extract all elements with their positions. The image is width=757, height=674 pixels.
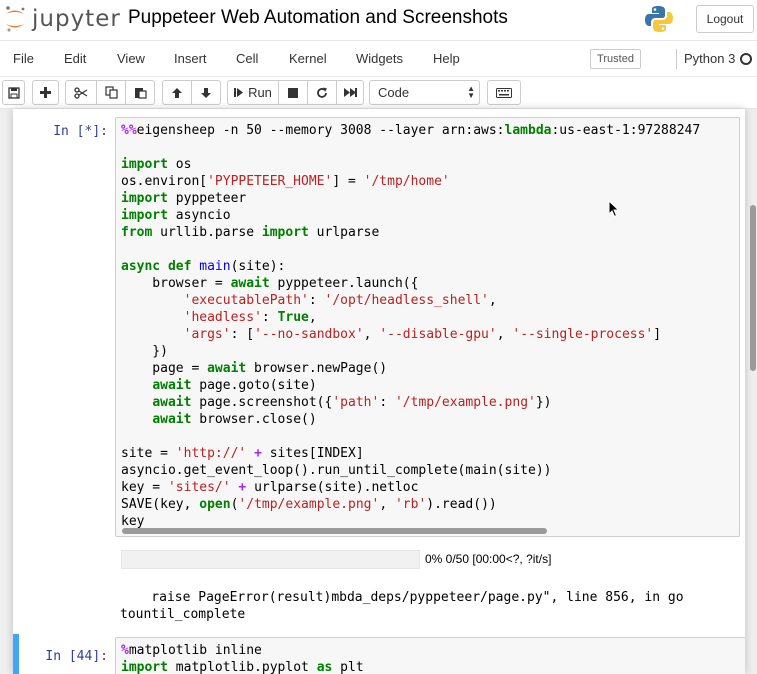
save-button[interactable] xyxy=(2,80,25,105)
menubar: File Edit View Insert Cell Kernel Widget… xyxy=(0,40,757,77)
vertical-scrollbar[interactable] xyxy=(750,205,756,371)
cell-prompt: In [*]: xyxy=(53,124,108,139)
restart-icon xyxy=(317,87,327,98)
code-editor[interactable]: %matplotlib inline import matplotlib.pyp… xyxy=(116,638,745,674)
cut-icon xyxy=(74,86,88,99)
cell-type-value: Code xyxy=(378,85,410,100)
trusted-indicator[interactable]: Trusted xyxy=(590,49,641,69)
menu-widgets[interactable]: Widgets xyxy=(356,51,403,66)
run-label: Run xyxy=(248,85,272,100)
notebook-title[interactable]: Puppeteer Web Automation and Screenshots xyxy=(128,7,508,29)
select-arrows-icon: ▲ ▼ xyxy=(467,84,475,100)
menu-view[interactable]: View xyxy=(117,51,145,66)
kernel-name[interactable]: Python 3 xyxy=(676,49,735,69)
menu-help[interactable]: Help xyxy=(433,51,460,66)
jupyter-logo[interactable]: jupyter xyxy=(0,4,121,34)
notebook-header: jupyter Puppeteer Web Automation and Scr… xyxy=(0,0,757,40)
copy-icon xyxy=(104,86,118,99)
insert-cell-button[interactable] xyxy=(32,80,59,105)
fast-forward-icon xyxy=(343,88,357,97)
arrow-down-icon xyxy=(201,87,211,98)
output-line: raise PageError(result)mbda_deps/pyppete… xyxy=(120,590,684,605)
python-logo-icon xyxy=(645,6,673,32)
stop-icon xyxy=(288,87,298,98)
cell-prompt: In [44]: xyxy=(45,649,108,664)
interrupt-button[interactable] xyxy=(278,80,308,105)
logo-text: jupyter xyxy=(32,6,121,32)
code-editor[interactable]: %%eigensheep -n 50 --memory 3008 --layer… xyxy=(116,118,739,530)
copy-button[interactable] xyxy=(96,80,126,105)
menu-insert[interactable]: Insert xyxy=(174,51,207,66)
logout-button[interactable]: Logout xyxy=(696,5,754,33)
cell-output: raise PageError(result)mbda_deps/pyppete… xyxy=(120,589,684,623)
save-icon xyxy=(7,86,20,99)
restart-button[interactable] xyxy=(307,80,337,105)
paste-button[interactable] xyxy=(125,80,155,105)
code-cell-input[interactable]: %matplotlib inline import matplotlib.pyp… xyxy=(115,637,745,674)
menu-cell[interactable]: Cell xyxy=(236,51,258,66)
keyboard-icon xyxy=(496,87,512,98)
output-line: tountil_complete xyxy=(120,607,246,622)
paste-icon xyxy=(134,88,147,99)
progress-bar xyxy=(121,550,420,569)
horizontal-scrollbar[interactable] xyxy=(122,528,547,534)
code-cell-input[interactable]: %%eigensheep -n 50 --memory 3008 --layer… xyxy=(115,117,740,537)
menu-edit[interactable]: Edit xyxy=(64,51,86,66)
step-forward-icon xyxy=(234,88,244,97)
arrow-up-icon xyxy=(172,87,182,98)
run-button[interactable]: Run xyxy=(227,80,279,105)
jupyter-icon xyxy=(6,6,25,32)
command-palette-button[interactable] xyxy=(487,80,521,105)
mouse-cursor-icon xyxy=(608,200,620,218)
cell-type-select[interactable]: Code ▲ ▼ xyxy=(369,80,480,105)
progress-text: 0% 0/50 [00:00<?, ?it/s] xyxy=(425,552,552,566)
cut-button[interactable] xyxy=(65,80,97,105)
move-down-button[interactable] xyxy=(191,80,221,105)
toolbar: Run Code ▲ ▼ xyxy=(0,77,757,109)
menu-file[interactable]: File xyxy=(13,51,34,66)
move-up-button[interactable] xyxy=(162,80,192,105)
menu-kernel[interactable]: Kernel xyxy=(289,51,327,66)
notebook-container: In [*]: %%eigensheep -n 50 --memory 3008… xyxy=(13,109,745,674)
restart-run-all-button[interactable] xyxy=(336,80,364,105)
plus-icon xyxy=(40,87,51,98)
kernel-status-icon xyxy=(740,53,752,65)
